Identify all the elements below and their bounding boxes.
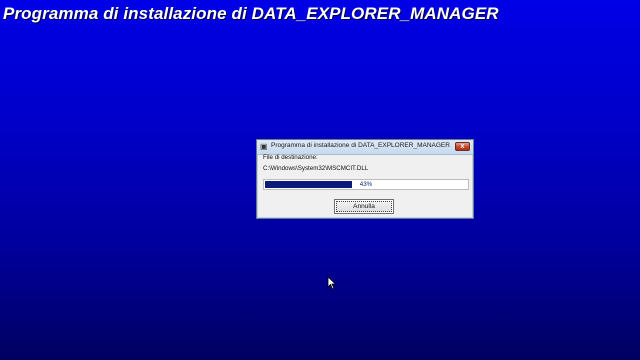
destination-file-label: File di destinazione: xyxy=(263,154,318,161)
installer-background-title: Programma di installazione di DATA_EXPLO… xyxy=(3,4,499,23)
progress-bar: 43% xyxy=(263,179,469,190)
dialog-title: Programma di installazione di DATA_EXPLO… xyxy=(271,142,450,149)
close-icon: x xyxy=(460,143,465,150)
dialog-titlebar[interactable]: ▣ Programma di installazione di DATA_EXP… xyxy=(257,140,473,155)
close-button[interactable]: x xyxy=(455,142,470,151)
installer-icon: ▣ xyxy=(260,142,268,151)
cancel-button[interactable]: Annulla xyxy=(334,199,394,214)
destination-file-path: C:\Windows\System32\MSCMCIT.DLL xyxy=(263,165,369,172)
install-progress-dialog: ▣ Programma di installazione di DATA_EXP… xyxy=(256,139,474,219)
progress-percent-label: 43% xyxy=(359,181,373,188)
mouse-pointer-icon xyxy=(327,276,337,290)
